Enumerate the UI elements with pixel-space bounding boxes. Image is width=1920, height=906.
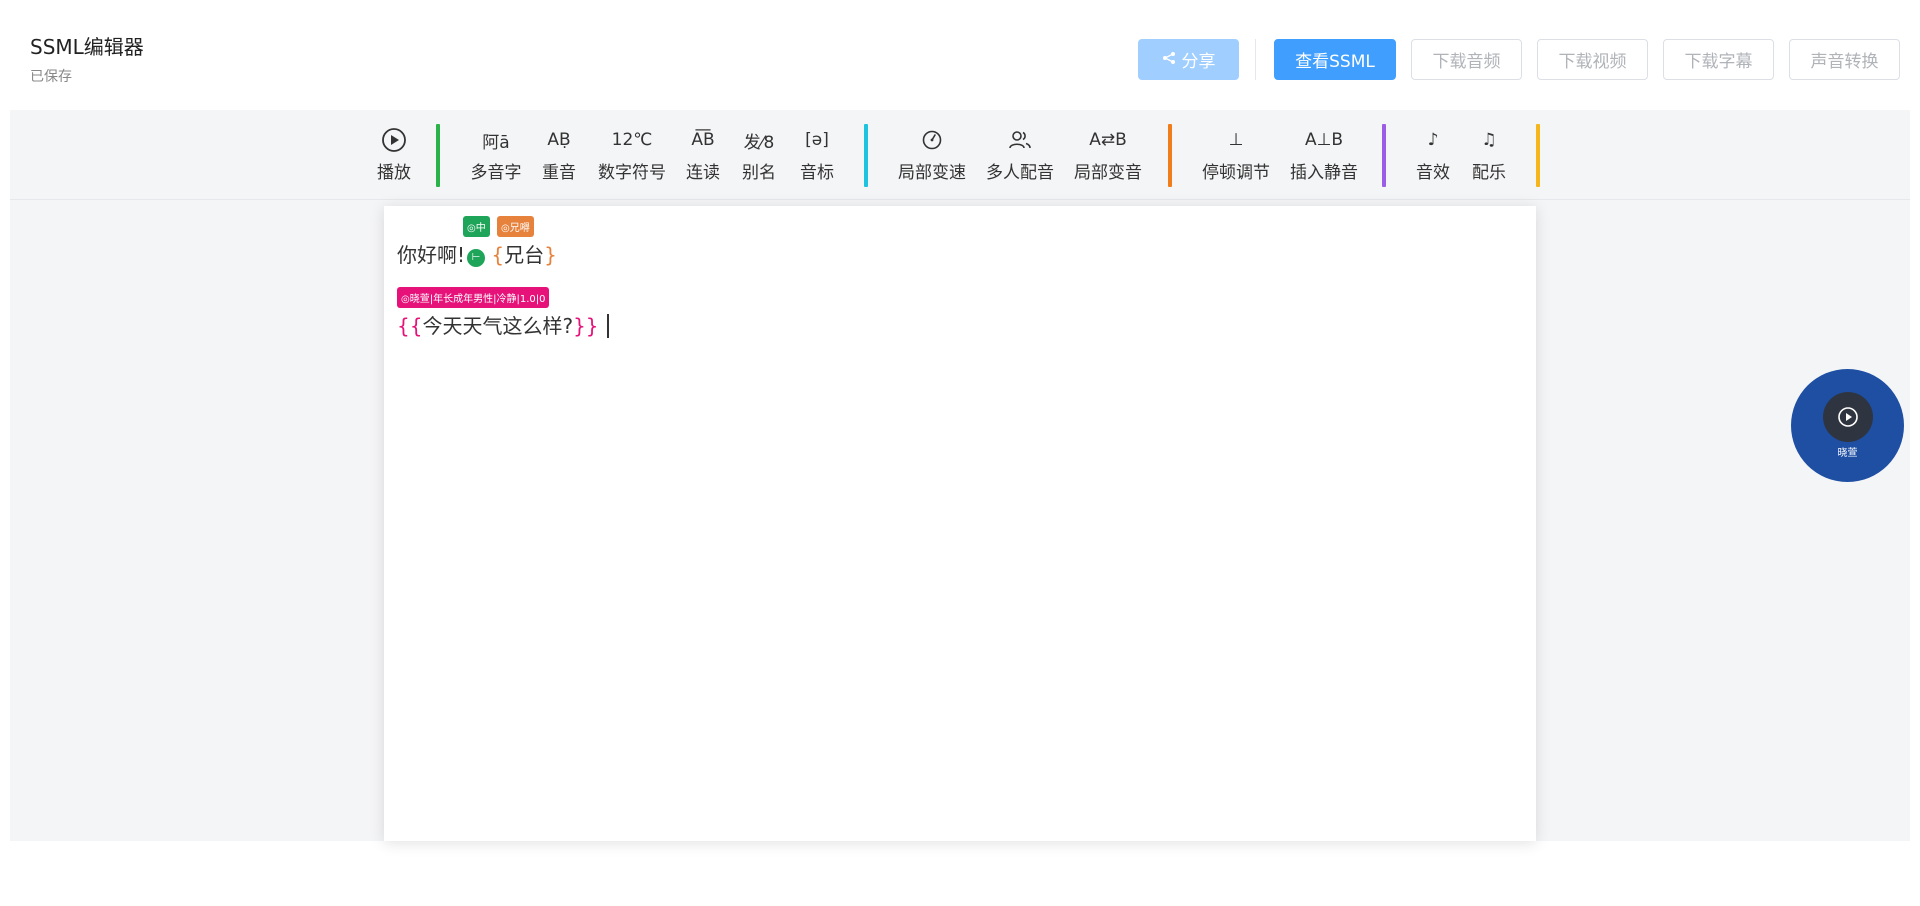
text-cursor <box>606 314 609 338</box>
toolbar: 播放 阿ā 多音字 AḄ 重音 12℃ 数字符号 A͞B 连读 发⁄8 别名 [… <box>10 110 1910 200</box>
editor-line-2[interactable]: {{今天天气这么样?}} <box>397 310 609 339</box>
alias-brace-open: { <box>491 243 505 267</box>
toolbar-separator-cyan <box>864 124 868 187</box>
tool-play-label: 播放 <box>377 163 411 183</box>
alias-text: 兄台 <box>504 243 545 267</box>
music-icon: ♫ <box>1481 130 1497 150</box>
download-subtitle-button[interactable]: 下载字幕 <box>1663 39 1774 80</box>
voice-play-fab[interactable]: 晓萱 <box>1791 369 1904 482</box>
toolbar-separator-yellow <box>1536 124 1540 187</box>
alias-tag[interactable]: ◎兄嘚 <box>497 216 534 237</box>
pause-tag[interactable]: ◎中 <box>463 216 490 237</box>
download-audio-button[interactable]: 下载音频 <box>1411 39 1522 80</box>
tool-play[interactable]: 播放 <box>374 126 414 183</box>
share-icon <box>1162 51 1176 69</box>
view-ssml-button[interactable]: 查看SSML <box>1274 39 1396 80</box>
tool-local-speed[interactable]: 局部变速 <box>896 126 968 183</box>
polyphone-icon: 阿ā <box>482 132 510 153</box>
voice-change-icon: A⇄B <box>1089 130 1127 150</box>
toolbar-separator-green <box>436 124 440 187</box>
users-icon <box>1008 126 1032 154</box>
tool-stress-label: 重音 <box>542 163 576 183</box>
tool-multi-voice[interactable]: 多人配音 <box>984 126 1056 183</box>
tool-sound-effect-label: 音效 <box>1416 163 1450 183</box>
tool-phonetic[interactable]: [ə] 音标 <box>799 126 835 183</box>
gauge-icon <box>921 126 943 154</box>
line2-text: 今天天气这么样? <box>422 314 574 338</box>
tool-multi-voice-label: 多人配音 <box>986 163 1054 183</box>
toolbar-separator-purple <box>1382 124 1386 187</box>
share-button[interactable]: 分享 <box>1138 39 1239 80</box>
tool-local-voice-change[interactable]: A⇄B 局部变音 <box>1072 126 1144 183</box>
ssml-editor[interactable]: ◎中 ◎兄嘚 你好啊! ⊢ {兄台} ◎晓萱|年长成年男性|冷静|1.0|0 {{… <box>384 206 1536 841</box>
tool-number-symbol[interactable]: 12℃ 数字符号 <box>597 126 667 183</box>
tool-music[interactable]: ♫ 配乐 <box>1471 126 1507 183</box>
tool-alias-label: 别名 <box>742 163 776 183</box>
header-divider <box>1255 39 1256 80</box>
voice-brace-open: {{ <box>397 314 423 338</box>
voice-brace-close: }} <box>573 314 599 338</box>
tool-local-speed-label: 局部变速 <box>898 163 966 183</box>
play-icon <box>1837 407 1858 427</box>
tool-local-voice-change-label: 局部变音 <box>1074 163 1142 183</box>
header-actions: 分享 查看SSML 下载音频 下载视频 下载字幕 声音转换 <box>1138 39 1900 80</box>
page-title: SSML编辑器 <box>30 35 144 59</box>
save-status: 已保存 <box>30 69 72 85</box>
tool-pause-adjust-label: 停顿调节 <box>1202 163 1270 183</box>
toolbar-separator-orange <box>1168 124 1172 187</box>
download-video-button[interactable]: 下载视频 <box>1537 39 1648 80</box>
liaison-icon: A͞B <box>691 130 715 150</box>
voice-tag[interactable]: ◎晓萱|年长成年男性|冷静|1.0|0 <box>397 287 550 308</box>
tool-number-symbol-label: 数字符号 <box>598 163 666 183</box>
header: SSML编辑器 已保存 分享 查看SSML 下载音频 下载视频 下载字幕 声音转… <box>0 0 1920 110</box>
tool-alias[interactable]: 发⁄8 别名 <box>741 126 777 184</box>
insert-silence-icon: A⊥B <box>1304 130 1344 150</box>
share-label: 分享 <box>1181 52 1216 72</box>
tool-polyphone-label: 多音字 <box>470 163 522 183</box>
phonetic-icon: [ə] <box>805 130 829 150</box>
sound-effect-icon: ♪ <box>1427 130 1439 150</box>
tool-music-label: 配乐 <box>1472 163 1506 183</box>
number-symbol-icon: 12℃ <box>611 130 653 150</box>
stress-icon: AḄ <box>547 130 571 150</box>
workspace: 播放 阿ā 多音字 AḄ 重音 12℃ 数字符号 A͞B 连读 发⁄8 别名 [… <box>10 110 1910 841</box>
play-circle-icon <box>381 126 407 154</box>
tool-pause-adjust[interactable]: ⊥ 停顿调节 <box>1200 126 1272 183</box>
tool-insert-silence[interactable]: A⊥B 插入静音 <box>1288 126 1360 183</box>
editor-line-1[interactable]: 你好啊! ⊢ {兄台} <box>397 239 557 268</box>
pause-mark-icon[interactable]: ⊢ <box>467 249 486 267</box>
voice-convert-button[interactable]: 声音转换 <box>1789 39 1900 80</box>
pause-adjust-icon: ⊥ <box>1228 130 1244 150</box>
tool-liaison-label: 连读 <box>686 163 720 183</box>
line1-text: 你好啊! <box>397 243 466 267</box>
voice-name: 晓萱 <box>1837 448 1858 459</box>
tool-phonetic-label: 音标 <box>800 163 834 183</box>
tool-liaison[interactable]: A͞B 连读 <box>685 126 721 183</box>
tool-stress[interactable]: AḄ 重音 <box>541 126 577 183</box>
tool-insert-silence-label: 插入静音 <box>1290 163 1358 183</box>
alias-brace-close: } <box>544 243 557 267</box>
alias-icon: 发⁄8 <box>743 132 775 153</box>
tool-sound-effect[interactable]: ♪ 音效 <box>1415 126 1451 183</box>
voice-avatar <box>1822 392 1873 442</box>
tool-polyphone[interactable]: 阿ā 多音字 <box>469 126 523 184</box>
